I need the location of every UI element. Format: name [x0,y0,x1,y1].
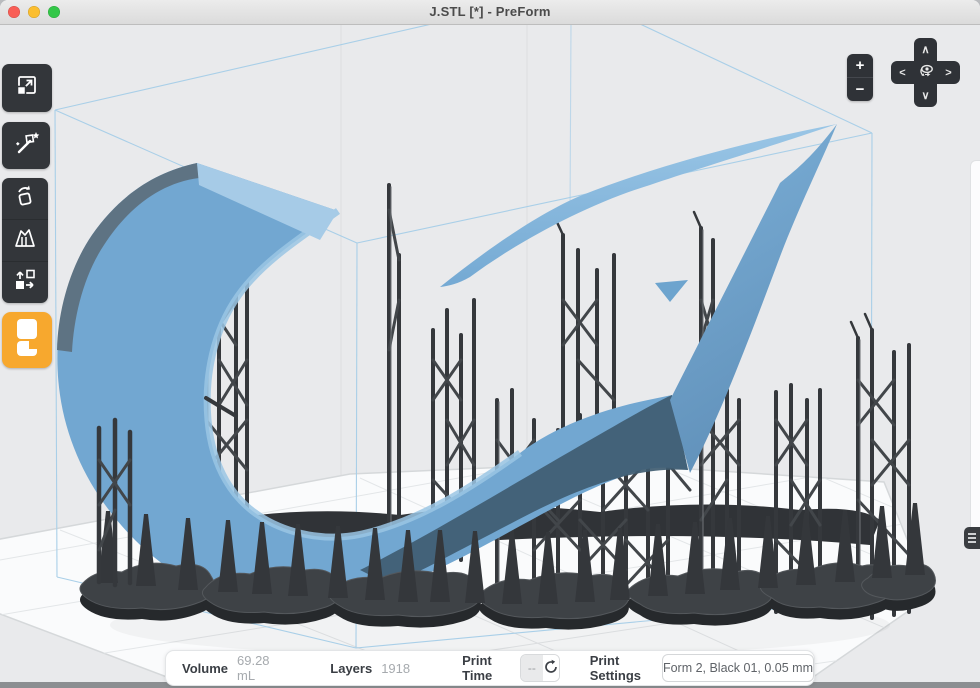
menu-icon [968,533,976,535]
size-tool-button[interactable] [2,64,52,112]
zoom-control: + − [847,54,873,101]
orientation-tool-button[interactable] [2,178,48,219]
print-time-label: Print Time [462,653,508,683]
view-dpad: ∧ < > ∨ [891,38,960,107]
layout-icon [12,267,38,298]
print-time-control[interactable]: -- [520,654,560,682]
pan-left-button[interactable]: < [891,61,914,84]
print-cartridge-icon [14,317,40,364]
volume-value: 69.28 mL [237,653,276,683]
volume-label: Volume [182,661,228,676]
zoom-in-button[interactable]: + [847,54,873,77]
window-title: J.STL [*] - PreForm [0,0,980,24]
preform-window: J.STL [*] - PreForm [0,0,980,688]
refresh-print-time-button[interactable] [543,655,559,681]
layers-label: Layers [330,661,372,676]
pan-right-button[interactable]: > [937,61,960,84]
layout-tool-button[interactable] [2,261,48,303]
rotate-cube-icon [12,183,38,214]
orbit-eye-icon [917,62,935,83]
supports-tool-button[interactable] [2,219,48,261]
zoom-out-button[interactable]: − [847,77,873,101]
print-button[interactable] [2,312,52,368]
print-settings-label: Print Settings [590,653,651,683]
pan-up-button[interactable]: ∧ [914,38,937,61]
print-settings-selector[interactable]: Form 2, Black 01, 0.05 mm [662,654,814,682]
supports-icon [12,225,38,256]
reset-view-button[interactable] [914,61,937,84]
pan-down-button[interactable]: ∨ [914,84,937,107]
status-bar: Volume 69.28 mL Layers 1918 Print Time -… [165,650,815,686]
scale-icon [14,73,40,104]
title-bar: J.STL [*] - PreForm [0,0,980,25]
tool-group [2,178,48,303]
print-time-value: -- [521,655,543,681]
refresh-icon [543,659,559,678]
collapsed-panel-strip [970,160,980,529]
viewport-3d[interactable] [0,0,980,688]
magic-wand-icon [12,129,40,162]
layers-value: 1918 [381,661,410,676]
panel-handle-button[interactable] [964,527,980,549]
one-click-print-button[interactable] [2,122,50,169]
